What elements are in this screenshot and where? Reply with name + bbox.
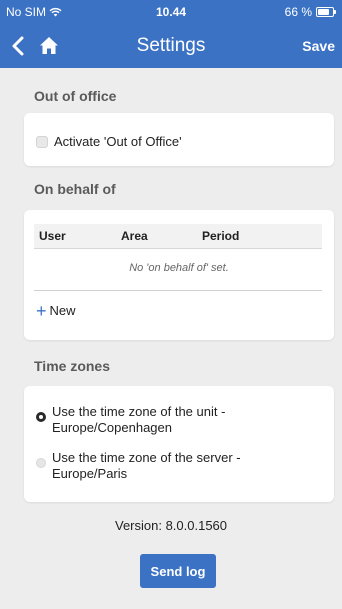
column-header-area: Area — [121, 229, 148, 243]
timezone-option-unit-line1: Use the time zone of the unit - — [52, 404, 226, 419]
timezone-option-unit-label: Use the time zone of the unit - Europe/C… — [52, 404, 225, 436]
timezone-option-server-line1: Use the time zone of the server - — [52, 450, 241, 465]
header: No SIM 10.44 66 % Settings Save — [0, 0, 342, 68]
timezone-option-unit[interactable]: Use the time zone of the unit - Europe/C… — [36, 404, 225, 436]
page-title: Settings — [136, 35, 206, 56]
timezone-option-unit-line2: Europe/Copenhagen — [52, 420, 172, 435]
save-button[interactable]: Save — [302, 38, 335, 54]
table-empty-message: No 'on behalf of' set. — [129, 262, 229, 274]
section-label-time-zones: Time zones — [34, 358, 110, 374]
table-bottom-divider — [34, 290, 322, 291]
out-of-office-checkbox-row[interactable]: Activate 'Out of Office' — [36, 134, 182, 149]
out-of-office-checkbox[interactable] — [36, 135, 48, 148]
section-label-on-behalf-of: On behalf of — [34, 181, 116, 197]
plus-icon: + — [36, 300, 47, 321]
battery-icon — [316, 7, 336, 17]
send-log-button[interactable]: Send log — [140, 554, 216, 588]
battery-percent: 66 % — [284, 5, 312, 19]
timezone-radio-unit[interactable] — [36, 412, 46, 422]
version-label: Version: 8.0.0.1560 — [114, 518, 228, 533]
column-header-user: User — [39, 229, 66, 243]
new-button[interactable]: + New — [36, 300, 76, 321]
table-header-divider — [34, 248, 322, 249]
status-bar: No SIM 10.44 66 % — [0, 0, 342, 22]
section-label-out-of-office: Out of office — [34, 88, 117, 104]
out-of-office-card: Activate 'Out of Office' — [24, 113, 334, 166]
out-of-office-checkbox-label: Activate 'Out of Office' — [54, 134, 182, 149]
status-battery: 66 % — [284, 5, 336, 19]
nav-bar: Settings Save — [0, 24, 342, 68]
new-button-label: New — [49, 303, 76, 318]
on-behalf-of-card: User Area Period No 'on behalf of' set. … — [24, 210, 334, 340]
timezone-option-server-line2: Europe/Paris — [52, 466, 128, 481]
time-zones-card: Use the time zone of the unit - Europe/C… — [24, 386, 334, 502]
timezone-option-server-label: Use the time zone of the server - Europe… — [52, 450, 241, 482]
timezone-option-server[interactable]: Use the time zone of the server - Europe… — [36, 450, 241, 482]
column-header-period: Period — [202, 229, 240, 243]
timezone-radio-server[interactable] — [36, 458, 46, 468]
on-behalf-of-table-header: User Area Period — [34, 224, 322, 248]
